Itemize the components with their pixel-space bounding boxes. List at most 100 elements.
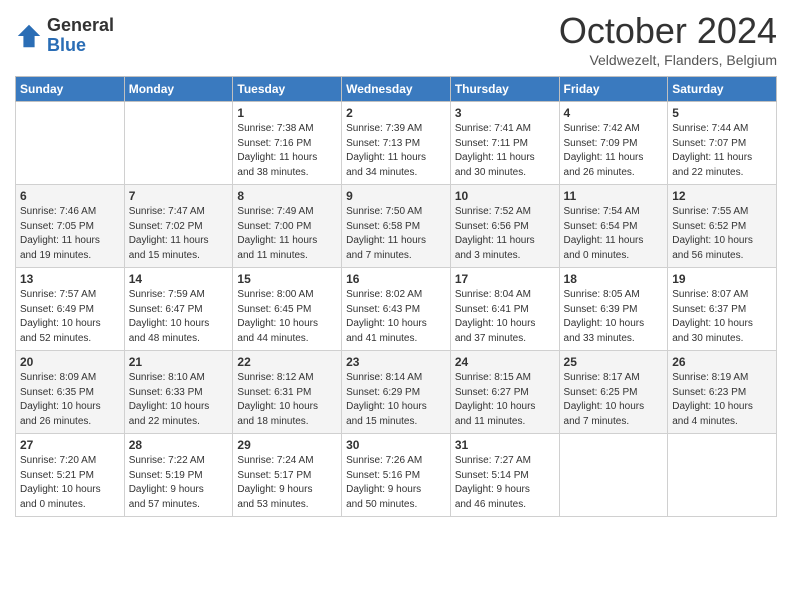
day-number: 13	[20, 272, 120, 286]
day-info: Sunrise: 8:04 AM Sunset: 6:41 PM Dayligh…	[455, 288, 555, 346]
day-number: 3	[455, 106, 555, 120]
calendar-cell: 29 Sunrise: 7:24 AM Sunset: 5:17 PM Dayli…	[233, 434, 342, 517]
day-info: Sunrise: 8:10 AM Sunset: 6:33 PM Dayligh…	[129, 371, 229, 429]
calendar-cell: 11Sunrise: 7:54 AM Sunset: 6:54 PM Dayli…	[559, 185, 668, 268]
day-info: Sunrise: 7:47 AM Sunset: 7:02 PM Dayligh…	[129, 205, 229, 263]
day-info: Sunrise: 8:17 AM Sunset: 6:25 PM Dayligh…	[564, 371, 664, 429]
day-info: Sunrise: 7:27 AM Sunset: 5:14 PM Dayligh…	[455, 454, 555, 512]
day-number: 1	[237, 106, 337, 120]
day-number: 23	[346, 355, 446, 369]
calendar-cell: 5 Sunrise: 7:44 AM Sunset: 7:07 PM Daylig…	[668, 102, 777, 185]
calendar-cell: 25Sunrise: 8:17 AM Sunset: 6:25 PM Dayli…	[559, 351, 668, 434]
day-number: 21	[129, 355, 229, 369]
day-number: 17	[455, 272, 555, 286]
calendar-cell: 3 Sunrise: 7:41 AM Sunset: 7:11 PM Daylig…	[450, 102, 559, 185]
day-info: Sunrise: 7:46 AM Sunset: 7:05 PM Dayligh…	[20, 205, 120, 263]
day-number: 24	[455, 355, 555, 369]
calendar-cell: 21 Sunrise: 8:10 AM Sunset: 6:33 PM Dayli…	[124, 351, 233, 434]
day-number: 5	[672, 106, 772, 120]
day-number: 11	[564, 189, 664, 203]
day-number: 27	[20, 438, 120, 452]
column-header-tuesday: Tuesday	[233, 77, 342, 102]
day-number: 6	[20, 189, 120, 203]
day-info: Sunrise: 7:38 AM Sunset: 7:16 PM Dayligh…	[237, 122, 337, 180]
day-number: 10	[455, 189, 555, 203]
calendar-cell: 20 Sunrise: 8:09 AM Sunset: 6:35 PM Dayli…	[16, 351, 125, 434]
day-number: 16	[346, 272, 446, 286]
day-info: Sunrise: 7:55 AM Sunset: 6:52 PM Dayligh…	[672, 205, 772, 263]
calendar-cell: 26Sunrise: 8:19 AM Sunset: 6:23 PM Dayli…	[668, 351, 777, 434]
day-info: Sunrise: 7:24 AM Sunset: 5:17 PM Dayligh…	[237, 454, 337, 512]
calendar-cell	[668, 434, 777, 517]
calendar-cell: 7 Sunrise: 7:47 AM Sunset: 7:02 PM Daylig…	[124, 185, 233, 268]
month-title: October 2024	[559, 10, 777, 52]
day-info: Sunrise: 8:02 AM Sunset: 6:43 PM Dayligh…	[346, 288, 446, 346]
logo: General Blue	[15, 16, 114, 56]
day-number: 28	[129, 438, 229, 452]
day-number: 22	[237, 355, 337, 369]
calendar-cell: 30Sunrise: 7:26 AM Sunset: 5:16 PM Dayli…	[342, 434, 451, 517]
day-info: Sunrise: 8:07 AM Sunset: 6:37 PM Dayligh…	[672, 288, 772, 346]
day-info: Sunrise: 7:57 AM Sunset: 6:49 PM Dayligh…	[20, 288, 120, 346]
calendar-cell: 10 Sunrise: 7:52 AM Sunset: 6:56 PM Dayli…	[450, 185, 559, 268]
day-info: Sunrise: 7:20 AM Sunset: 5:21 PM Dayligh…	[20, 454, 120, 512]
day-info: Sunrise: 7:41 AM Sunset: 7:11 PM Dayligh…	[455, 122, 555, 180]
day-info: Sunrise: 7:49 AM Sunset: 7:00 PM Dayligh…	[237, 205, 337, 263]
calendar-cell: 9Sunrise: 7:50 AM Sunset: 6:58 PM Daylig…	[342, 185, 451, 268]
calendar-cell: 15Sunrise: 8:00 AM Sunset: 6:45 PM Dayli…	[233, 268, 342, 351]
calendar-cell: 31Sunrise: 7:27 AM Sunset: 5:14 PM Dayli…	[450, 434, 559, 517]
day-info: Sunrise: 8:09 AM Sunset: 6:35 PM Dayligh…	[20, 371, 120, 429]
day-info: Sunrise: 8:19 AM Sunset: 6:23 PM Dayligh…	[672, 371, 772, 429]
calendar-cell: 2Sunrise: 7:39 AM Sunset: 7:13 PM Daylig…	[342, 102, 451, 185]
day-number: 20	[20, 355, 120, 369]
day-number: 9	[346, 189, 446, 203]
calendar-cell: 13 Sunrise: 7:57 AM Sunset: 6:49 PM Dayli…	[16, 268, 125, 351]
calendar-week-row: 13 Sunrise: 7:57 AM Sunset: 6:49 PM Dayli…	[16, 268, 777, 351]
day-info: Sunrise: 7:44 AM Sunset: 7:07 PM Dayligh…	[672, 122, 772, 180]
day-number: 19	[672, 272, 772, 286]
calendar-cell: 8 Sunrise: 7:49 AM Sunset: 7:00 PM Daylig…	[233, 185, 342, 268]
day-number: 8	[237, 189, 337, 203]
column-header-friday: Friday	[559, 77, 668, 102]
calendar-cell: 22 Sunrise: 8:12 AM Sunset: 6:31 PM Dayli…	[233, 351, 342, 434]
calendar-week-row: 6 Sunrise: 7:46 AM Sunset: 7:05 PM Daylig…	[16, 185, 777, 268]
calendar-cell: 6 Sunrise: 7:46 AM Sunset: 7:05 PM Daylig…	[16, 185, 125, 268]
calendar-cell: 12 Sunrise: 7:55 AM Sunset: 6:52 PM Dayli…	[668, 185, 777, 268]
day-number: 7	[129, 189, 229, 203]
calendar-week-row: 20 Sunrise: 8:09 AM Sunset: 6:35 PM Dayli…	[16, 351, 777, 434]
logo-blue-text: Blue	[47, 36, 114, 56]
calendar-cell: 4Sunrise: 7:42 AM Sunset: 7:09 PM Daylig…	[559, 102, 668, 185]
logo-general-text: General	[47, 16, 114, 36]
calendar-cell: 19 Sunrise: 8:07 AM Sunset: 6:37 PM Dayli…	[668, 268, 777, 351]
day-info: Sunrise: 7:39 AM Sunset: 7:13 PM Dayligh…	[346, 122, 446, 180]
column-header-monday: Monday	[124, 77, 233, 102]
calendar-week-row: 1 Sunrise: 7:38 AM Sunset: 7:16 PM Daylig…	[16, 102, 777, 185]
day-info: Sunrise: 7:52 AM Sunset: 6:56 PM Dayligh…	[455, 205, 555, 263]
title-block: October 2024 Veldwezelt, Flanders, Belgi…	[559, 10, 777, 68]
calendar-cell	[559, 434, 668, 517]
day-info: Sunrise: 8:05 AM Sunset: 6:39 PM Dayligh…	[564, 288, 664, 346]
calendar-cell	[16, 102, 125, 185]
day-info: Sunrise: 8:15 AM Sunset: 6:27 PM Dayligh…	[455, 371, 555, 429]
column-header-thursday: Thursday	[450, 77, 559, 102]
calendar-cell: 18Sunrise: 8:05 AM Sunset: 6:39 PM Dayli…	[559, 268, 668, 351]
calendar-cell: 1 Sunrise: 7:38 AM Sunset: 7:16 PM Daylig…	[233, 102, 342, 185]
day-info: Sunrise: 7:42 AM Sunset: 7:09 PM Dayligh…	[564, 122, 664, 180]
location-subtitle: Veldwezelt, Flanders, Belgium	[559, 52, 777, 68]
day-number: 30	[346, 438, 446, 452]
calendar-cell: 14Sunrise: 7:59 AM Sunset: 6:47 PM Dayli…	[124, 268, 233, 351]
calendar-header-row: SundayMondayTuesdayWednesdayThursdayFrid…	[16, 77, 777, 102]
day-number: 29	[237, 438, 337, 452]
column-header-sunday: Sunday	[16, 77, 125, 102]
calendar-cell: 16 Sunrise: 8:02 AM Sunset: 6:43 PM Dayli…	[342, 268, 451, 351]
day-number: 12	[672, 189, 772, 203]
calendar-cell: 23 Sunrise: 8:14 AM Sunset: 6:29 PM Dayli…	[342, 351, 451, 434]
column-header-saturday: Saturday	[668, 77, 777, 102]
day-info: Sunrise: 8:14 AM Sunset: 6:29 PM Dayligh…	[346, 371, 446, 429]
logo-icon	[15, 22, 43, 50]
day-info: Sunrise: 8:12 AM Sunset: 6:31 PM Dayligh…	[237, 371, 337, 429]
day-info: Sunrise: 7:22 AM Sunset: 5:19 PM Dayligh…	[129, 454, 229, 512]
calendar-cell: 28 Sunrise: 7:22 AM Sunset: 5:19 PM Dayli…	[124, 434, 233, 517]
day-info: Sunrise: 8:00 AM Sunset: 6:45 PM Dayligh…	[237, 288, 337, 346]
calendar-cell: 17 Sunrise: 8:04 AM Sunset: 6:41 PM Dayli…	[450, 268, 559, 351]
